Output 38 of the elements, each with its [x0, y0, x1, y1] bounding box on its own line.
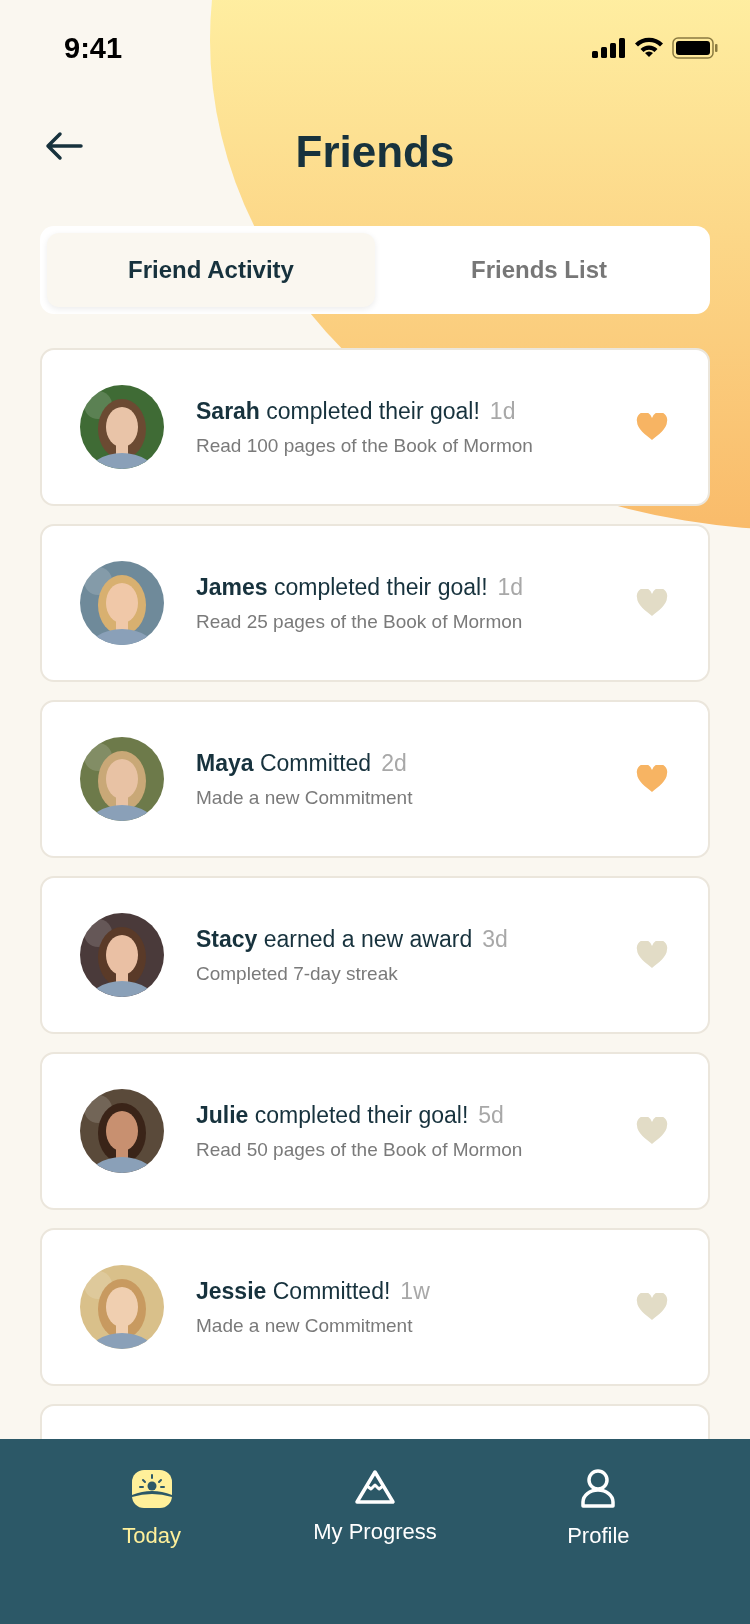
nav-tab[interactable]: My Progress: [263, 1439, 487, 1569]
activity-headline: Sarah completed their goal!: [196, 397, 480, 425]
nav-tab[interactable]: Profile: [486, 1439, 710, 1569]
activity-time: 2d: [381, 749, 407, 777]
heart-icon[interactable]: [636, 941, 668, 969]
activity-headline: Stacy earned a new award: [196, 925, 473, 953]
activity-time: 1d: [497, 573, 524, 601]
activity-headline: James completed their goal!: [196, 573, 488, 601]
nav-tab[interactable]: Today: [40, 1439, 264, 1569]
sunrise-icon: [130, 1469, 173, 1509]
activity-time: 1d: [489, 397, 516, 425]
heart-icon[interactable]: [636, 413, 668, 441]
tab[interactable]: Friend Activity: [47, 233, 375, 307]
heart-icon[interactable]: [636, 765, 668, 793]
signal-icon: [592, 38, 626, 58]
mountain-icon: [354, 1469, 396, 1505]
wifi-icon: [634, 37, 664, 59]
heart-icon[interactable]: [636, 589, 668, 617]
activity-detail: Read 100 pages of the Book of Mormon: [196, 434, 534, 457]
tab[interactable]: Friends List: [375, 233, 703, 307]
activity-time: 1w: [400, 1277, 430, 1305]
person-icon: [580, 1469, 617, 1509]
back-arrow-icon[interactable]: [44, 131, 84, 161]
activity-detail: Read 50 pages of the Book of Mormon: [196, 1138, 524, 1161]
activity-time: 5d: [478, 1101, 504, 1129]
heart-icon[interactable]: [636, 1117, 668, 1145]
activity-headline: Julie completed their goal!: [196, 1101, 469, 1129]
activity-detail: Made a new Commitment: [196, 1314, 414, 1337]
heart-icon[interactable]: [636, 1293, 668, 1321]
status-time: 9:41: [64, 31, 123, 65]
activity-headline: Jessie Committed!: [196, 1277, 391, 1305]
activity-detail: Read 25 pages of the Book of Mormon: [196, 610, 524, 633]
activity-detail: Made a new Commitment: [196, 786, 414, 809]
page-title: Friends: [295, 127, 455, 177]
battery-icon: [672, 37, 718, 59]
activity-headline: Maya Committed: [196, 749, 372, 777]
activity-time: 3d: [482, 925, 508, 953]
activity-detail: Completed 7-day streak: [196, 962, 399, 985]
